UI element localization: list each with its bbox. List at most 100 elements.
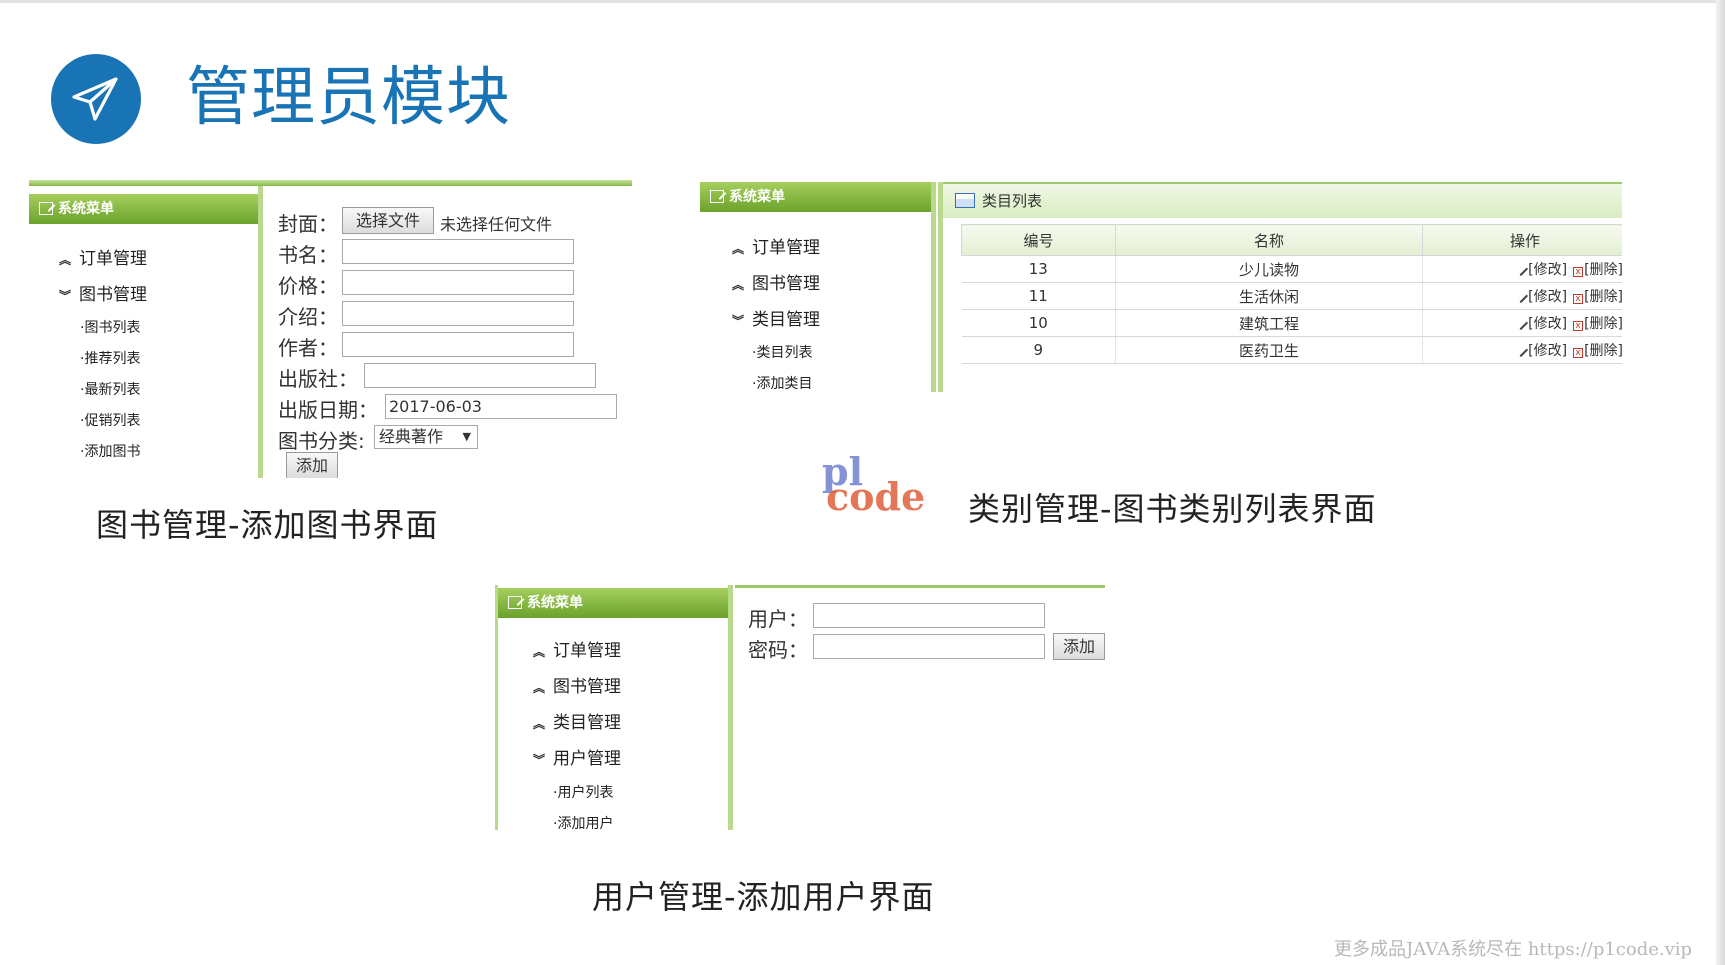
menu-order-management[interactable]: ︽ 订单管理 xyxy=(732,233,820,258)
sidebar: 系统菜单 ︽ 订单管理 ︽ 图书管理 ︾ 类目管理 ·类目列表 ·添加类目 xyxy=(700,182,936,392)
submenu-newest-list[interactable]: ·最新列表 xyxy=(80,379,140,399)
author-input[interactable] xyxy=(342,332,574,357)
submenu-add-book[interactable]: ·添加图书 xyxy=(80,441,140,461)
caption-category-list: 类别管理-图书类别列表界面 xyxy=(968,490,1377,528)
chevron-up-icon: ︽ xyxy=(533,681,546,695)
user-input[interactable] xyxy=(813,603,1045,628)
book-name-label: 书名： xyxy=(278,243,338,267)
chevron-down-icon: ︾ xyxy=(59,289,72,303)
category-select[interactable]: 经典著作 ▼ xyxy=(374,425,478,449)
column-header-id: 编号 xyxy=(961,224,1116,256)
submenu-add-user[interactable]: ·添加用户 xyxy=(553,813,613,830)
system-menu-header: 系统菜单 xyxy=(700,182,931,212)
cell-name: 少儿读物 xyxy=(1115,255,1423,283)
category-list-content: 类目列表 编号 名称 操作 13 少儿读物 [修改] x [删除] 11 生活休… xyxy=(938,182,1622,392)
submenu-recommended-list[interactable]: ·推荐列表 xyxy=(80,348,140,368)
edit-link[interactable]: [修改] xyxy=(1528,262,1567,278)
menu-label: 类目管理 xyxy=(752,310,820,330)
chevron-down-icon: ︾ xyxy=(732,314,745,328)
publish-date-input[interactable]: 2017-06-03 xyxy=(385,394,617,419)
delete-link[interactable]: [删除] xyxy=(1584,316,1622,332)
table-row: 9 医药卫生 [修改] x [删除] xyxy=(961,336,1622,364)
category-table: 编号 名称 操作 13 少儿读物 [修改] x [删除] 11 生活休闲 [修改] x… xyxy=(961,224,1622,364)
sidebar: 系统菜单 ︽ 订单管理 ︽ 图书管理 ︽ 类目管理 ︾ 用户管理 ·用户列表 ·添加用户 xyxy=(495,585,733,830)
chevron-up-icon: ︽ xyxy=(732,242,745,256)
add-user-screenshot: 系统菜单 ︽ 订单管理 ︽ 图书管理 ︽ 类目管理 ︾ 用户管理 ·用户列表 ·添加用户… xyxy=(495,585,1105,830)
add-book-button[interactable]: 添加 xyxy=(286,452,338,478)
cell-name: 生活休闲 xyxy=(1115,282,1423,310)
cell-name: 医药卫生 xyxy=(1115,336,1423,364)
submenu-book-list[interactable]: ·图书列表 xyxy=(80,317,140,337)
menu-order-management[interactable]: ︽ 订单管理 xyxy=(533,636,621,661)
table-row: 11 生活休闲 [修改] x [删除] xyxy=(961,282,1622,310)
menu-order-management[interactable]: ︽ 订单管理 xyxy=(59,244,147,269)
pencil-icon xyxy=(1514,315,1529,331)
column-header-operations: 操作 xyxy=(1422,224,1622,256)
no-file-text: 未选择任何文件 xyxy=(440,215,553,234)
add-book-screenshot: 系统菜单 ︽ 订单管理 ︾ 图书管理 ·图书列表 ·推荐列表 ·最新列表 ·促销列表… xyxy=(29,180,632,478)
delete-link[interactable]: [删除] xyxy=(1584,289,1622,305)
menu-label: 图书管理 xyxy=(553,677,621,697)
table-row: 10 建筑工程 [修改] x [删除] xyxy=(961,309,1622,337)
cell-name: 建筑工程 xyxy=(1115,309,1423,337)
menu-label: 订单管理 xyxy=(752,238,820,258)
cell-id: 11 xyxy=(961,282,1116,310)
system-menu-header: 系统菜单 xyxy=(498,588,728,618)
submenu-user-list[interactable]: ·用户列表 xyxy=(553,782,613,802)
intro-label: 介绍： xyxy=(278,305,338,329)
choose-file-button[interactable]: 选择文件 xyxy=(342,207,434,234)
intro-input[interactable] xyxy=(342,301,574,326)
slide-top-border xyxy=(0,0,1725,3)
slide-right-edge xyxy=(1716,0,1725,965)
cell-operations: [修改] x [删除] xyxy=(1422,282,1622,310)
menu-book-management[interactable]: ︽ 图书管理 xyxy=(533,672,621,697)
cell-operations: [修改] x [删除] xyxy=(1422,255,1622,283)
delete-box-icon: x xyxy=(1573,267,1584,277)
caption-add-user: 用户管理-添加用户界面 xyxy=(592,878,935,916)
edit-link[interactable]: [修改] xyxy=(1528,343,1567,359)
submenu-add-category[interactable]: ·添加类目 xyxy=(752,373,812,392)
cell-id: 13 xyxy=(961,255,1116,283)
add-user-button[interactable]: 添加 xyxy=(1053,633,1105,660)
publish-date-label: 出版日期： xyxy=(278,398,378,422)
delete-box-icon: x xyxy=(1573,321,1584,331)
footer-watermark-text: 更多成品JAVA系统尽在 https://p1code.vip xyxy=(1334,939,1693,960)
submenu-promotion-list[interactable]: ·促销列表 xyxy=(80,410,140,430)
menu-book-management[interactable]: ︽ 图书管理 xyxy=(732,269,820,294)
password-input[interactable] xyxy=(813,634,1045,659)
menu-title: 系统菜单 xyxy=(527,595,583,611)
price-input[interactable] xyxy=(342,270,574,295)
category-label: 图书分类: xyxy=(278,429,365,453)
cell-id: 10 xyxy=(961,309,1116,337)
menu-user-management[interactable]: ︾ 用户管理 xyxy=(533,744,621,769)
category-list-titlebar: 类目列表 xyxy=(943,182,1622,218)
submenu-category-list[interactable]: ·类目列表 xyxy=(752,342,812,362)
table-row: 13 少儿读物 [修改] x [删除] xyxy=(961,255,1622,283)
chevron-up-icon: ︽ xyxy=(732,278,745,292)
book-name-input[interactable] xyxy=(342,239,574,264)
sidebar: 系统菜单 ︽ 订单管理 ︾ 图书管理 ·图书列表 ·推荐列表 ·最新列表 ·促销列表… xyxy=(29,186,263,478)
cell-operations: [修改] x [删除] xyxy=(1422,309,1622,337)
cell-operations: [修改] x [删除] xyxy=(1422,336,1622,364)
delete-link[interactable]: [删除] xyxy=(1584,343,1622,359)
menu-book-management[interactable]: ︾ 图书管理 xyxy=(59,280,147,305)
edit-note-icon xyxy=(710,190,724,203)
delete-link[interactable]: [删除] xyxy=(1584,262,1622,278)
delete-box-icon: x xyxy=(1573,294,1584,304)
edit-note-icon xyxy=(508,596,522,609)
chevron-up-icon: ︽ xyxy=(533,717,546,731)
pencil-icon xyxy=(1514,342,1529,358)
menu-label: 订单管理 xyxy=(79,249,147,269)
edit-link[interactable]: [修改] xyxy=(1528,289,1567,305)
menu-title: 系统菜单 xyxy=(729,189,785,205)
menu-category-management[interactable]: ︽ 类目管理 xyxy=(533,708,621,733)
cover-label: 封面： xyxy=(278,212,338,236)
menu-category-management[interactable]: ︾ 类目管理 xyxy=(732,305,820,330)
add-book-form: 封面： 选择文件 未选择任何文件 书名： 价格： 介绍： 作者： 出版社： 出版… xyxy=(268,180,632,478)
edit-link[interactable]: [修改] xyxy=(1528,316,1567,332)
add-user-form: 用户： 密码： 添加 xyxy=(735,585,1105,830)
publisher-input[interactable] xyxy=(364,363,596,388)
chevron-up-icon: ︽ xyxy=(533,645,546,659)
category-selected-value: 经典著作 xyxy=(379,427,444,446)
cell-id: 9 xyxy=(961,336,1116,364)
